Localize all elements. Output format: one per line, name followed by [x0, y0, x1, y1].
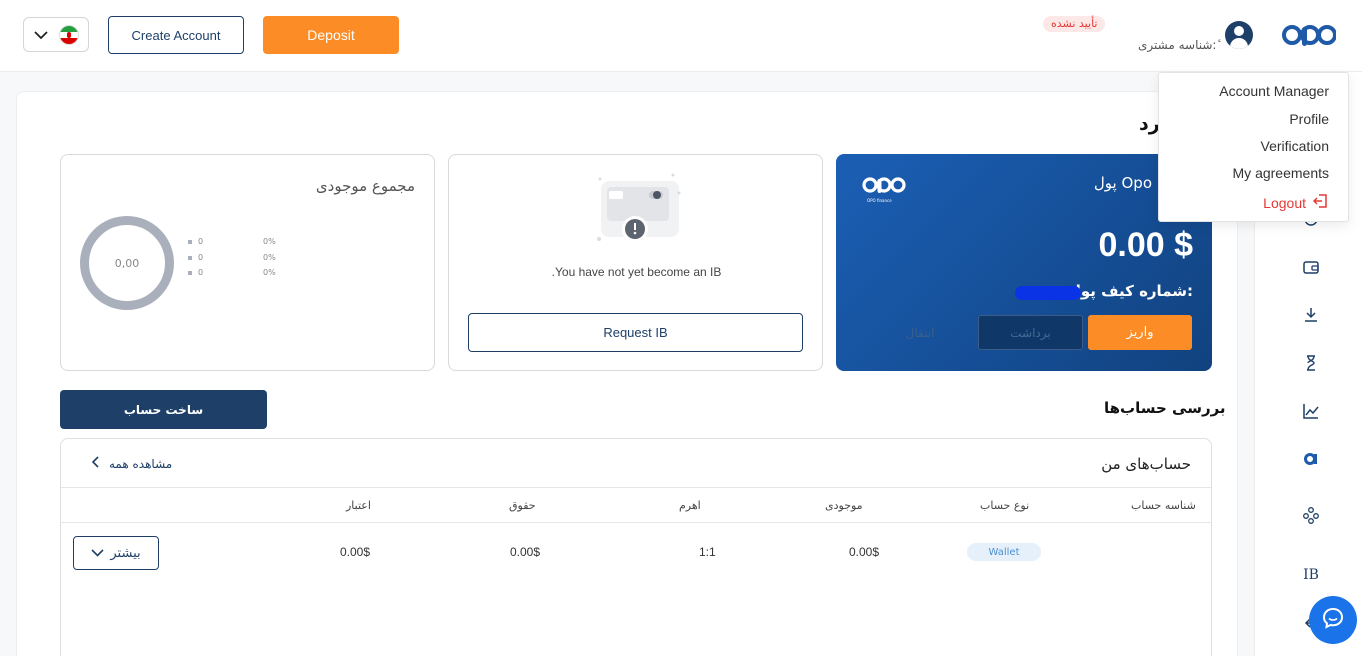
empty-ib-illustration: [597, 173, 683, 245]
leverage-cell: 1:1: [699, 545, 716, 559]
copy-trade-icon[interactable]: [1301, 450, 1321, 470]
wallet-balance: 0.00 $: [1098, 226, 1193, 264]
wallet-transfer-button[interactable]: انتقال: [868, 315, 972, 350]
column-header: حقوق: [509, 499, 536, 512]
wallet-title: پول Opo: [1093, 174, 1152, 192]
credit-cell: 0.00$: [340, 545, 371, 559]
legend-percent: 0%: [263, 237, 276, 246]
ib-card: .You have not yet become an IB Request I…: [448, 154, 823, 371]
user-dropdown-menu: Account Manager Profile Verification My …: [1158, 72, 1349, 222]
chevron-down-icon: [34, 25, 48, 44]
menu-item-profile[interactable]: Profile: [1289, 111, 1329, 127]
column-header: اعتبار: [346, 499, 371, 512]
customer-id-label: شناسه مشتری: ٔ: [1138, 38, 1221, 52]
menu-item-account-manager[interactable]: Account Manager: [1219, 83, 1329, 99]
ib-empty-message: .You have not yet become an IB: [551, 265, 722, 279]
language-selector[interactable]: [23, 17, 89, 52]
legend-item: 0: [188, 268, 203, 277]
network-icon[interactable]: [1301, 506, 1321, 526]
wallet-logo-subtitle: OPO finance: [867, 198, 892, 203]
account-type-badge: Wallet: [967, 543, 1041, 561]
total-balance-card: مجموع موجودی 0,00 0 0 0 0% 0% 0%: [60, 154, 435, 371]
request-ib-button[interactable]: Request IB: [468, 313, 803, 352]
see-all-link[interactable]: مشاهده همه: [91, 456, 172, 471]
top-bar: Create Account Deposit تأیید نشده شناسه …: [0, 0, 1362, 72]
sidebar-item-ib[interactable]: IB: [1301, 565, 1321, 585]
deposit-button[interactable]: Deposit: [263, 16, 399, 54]
wallet-brand-logo: OPO finance: [862, 176, 906, 206]
create-trading-account-button[interactable]: ساخت حساب: [60, 390, 267, 429]
chart-line-icon[interactable]: [1301, 402, 1321, 422]
wallet-withdraw-button[interactable]: برداشت: [978, 315, 1083, 350]
user-avatar-icon[interactable]: [1225, 21, 1253, 49]
wallet-icon[interactable]: [1301, 258, 1321, 278]
legend-percent: 0%: [263, 253, 276, 262]
menu-item-logout[interactable]: Logout: [1263, 193, 1329, 212]
column-header: شناسه حساب: [1131, 499, 1196, 512]
brand-logo[interactable]: [1282, 22, 1337, 48]
chevron-down-icon: [91, 546, 104, 561]
menu-item-my-agreements[interactable]: My agreements: [1233, 165, 1329, 181]
create-account-button[interactable]: Create Account: [108, 16, 244, 54]
wallet-card: OPO finance پول Opo 0.00 $ شماره کیف پول…: [836, 154, 1212, 371]
wallet-number-label: شماره کیف پول:: [1067, 282, 1193, 300]
equity-cell: 0.00$: [510, 545, 541, 559]
balance-donut-chart: 0,00: [80, 216, 174, 310]
donut-center-value: 0,00: [114, 256, 140, 270]
my-accounts-table: حساب‌های من مشاهده همه شناسه حساب نوع حس…: [60, 438, 1212, 656]
accounts-section-title: بررسی حساب‌ها: [1104, 399, 1226, 417]
legend-percent: 0%: [263, 268, 276, 277]
menu-item-verification[interactable]: Verification: [1261, 138, 1329, 154]
total-balance-title: مجموع موجودی: [315, 177, 415, 195]
wallet-number-redacted: [1015, 286, 1081, 300]
chevron-left-icon: [91, 456, 99, 471]
more-button[interactable]: بیشتر: [73, 536, 159, 570]
live-chat-button[interactable]: [1309, 596, 1357, 644]
page-title: رد: [1139, 113, 1160, 135]
download-icon[interactable]: [1301, 306, 1321, 326]
iran-flag-icon: [59, 24, 79, 45]
balance-cell: 0.00$: [849, 545, 880, 559]
logout-icon: [1312, 193, 1329, 212]
column-header: موجودی: [825, 499, 863, 512]
column-header: اهرم: [679, 499, 701, 512]
column-header: نوع حساب: [980, 499, 1030, 512]
hourglass-icon[interactable]: [1301, 354, 1321, 374]
legend-item: 0: [188, 253, 203, 262]
legend-item: 0: [188, 237, 203, 246]
my-accounts-title: حساب‌های من: [1101, 455, 1191, 473]
status-badge: تأیید نشده: [1043, 16, 1106, 32]
wallet-deposit-button[interactable]: واریز: [1088, 315, 1192, 350]
chat-bubble-icon: [1321, 606, 1345, 634]
